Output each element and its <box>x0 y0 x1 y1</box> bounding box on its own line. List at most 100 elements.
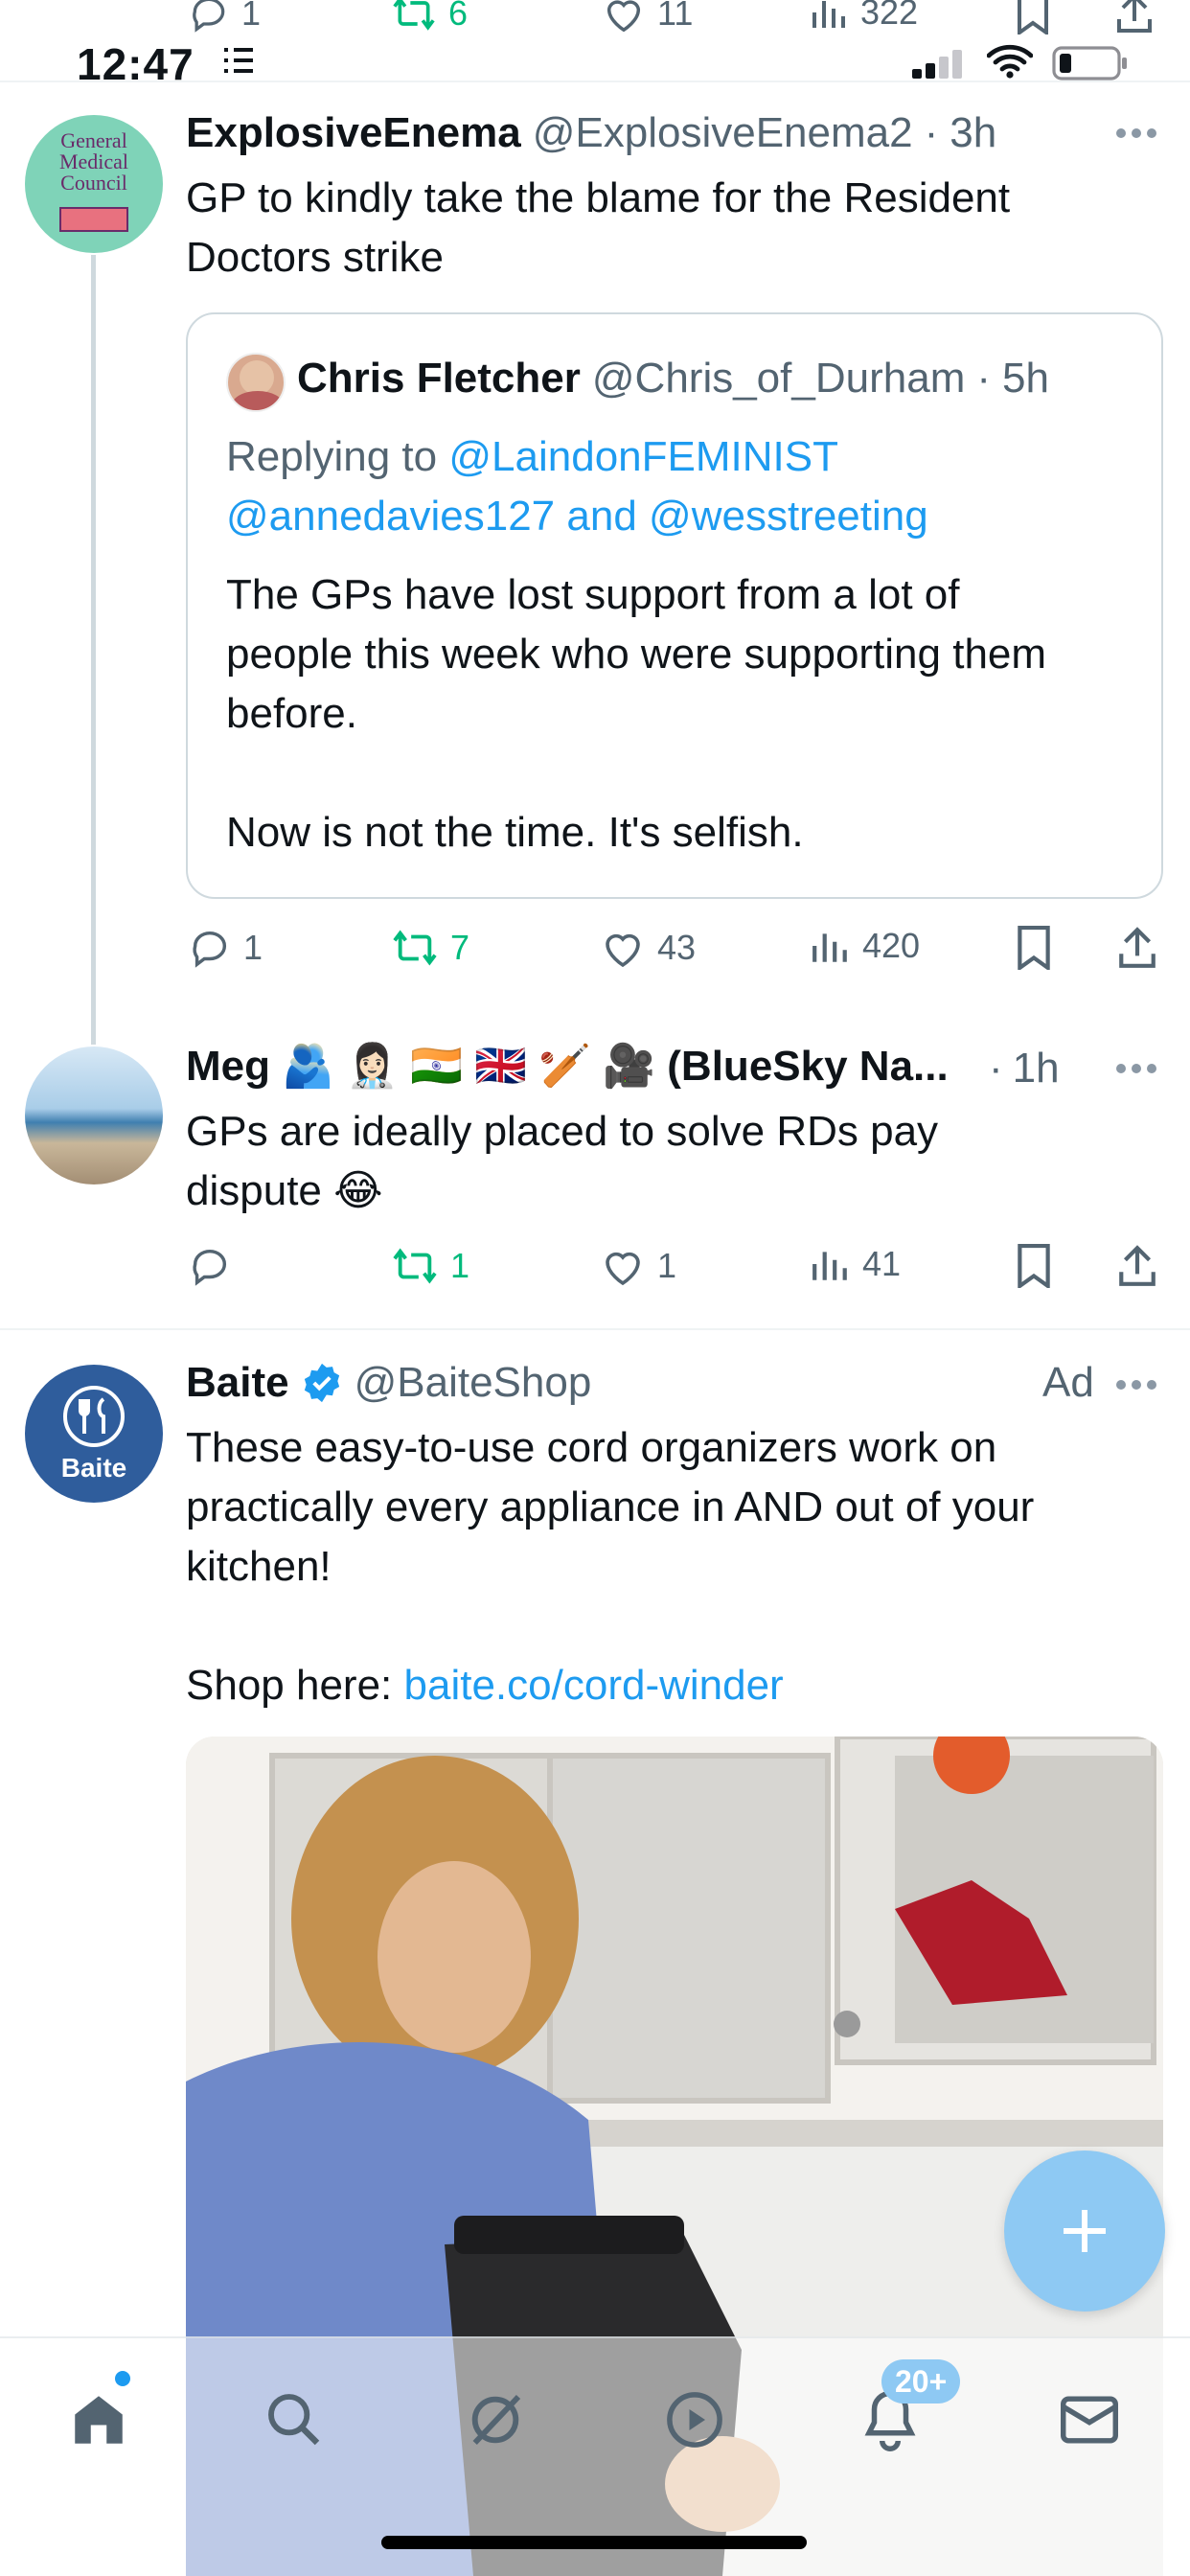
share-button[interactable] <box>1115 0 1154 34</box>
avatar-sign <box>59 207 128 232</box>
shop-link[interactable]: baite.co/cord-winder <box>404 1662 784 1709</box>
display-name[interactable]: ExplosiveEnema <box>186 109 521 157</box>
handle: @Chris_of_Durham <box>591 355 966 402</box>
ad-label: Ad <box>1042 1359 1094 1406</box>
repost-count: 7 <box>450 928 470 967</box>
tweet-header: ExplosiveEnema @ExplosiveEnema2 · 3h <box>186 109 996 157</box>
timestamp: 5h <box>1002 355 1049 402</box>
bookmark-button[interactable] <box>1016 1244 1052 1288</box>
tweet-header: Baite @BaiteShop <box>186 1359 591 1407</box>
repost-icon <box>393 930 437 966</box>
share-button[interactable] <box>1117 1244 1157 1288</box>
display-name[interactable]: Meg 🫂 👩🏻‍⚕️ 🇮🇳 🇬🇧 🏏 🎥 (BlueSky Na... <box>186 1043 949 1090</box>
timestamp[interactable]: 3h <box>950 109 996 157</box>
views-count: 420 <box>862 926 921 965</box>
reply-icon <box>193 0 225 33</box>
views-button[interactable]: 41 <box>811 1244 901 1284</box>
handle[interactable]: @ExplosiveEnema2 <box>533 109 913 157</box>
like-count: 1 <box>657 1246 677 1285</box>
verified-badge-icon <box>304 1363 339 1403</box>
reply-icon <box>193 931 227 968</box>
mention-link[interactable]: @wesstreeting <box>649 493 928 540</box>
battery-icon <box>1052 46 1127 80</box>
heart-icon <box>606 0 641 33</box>
cellular-signal-icon <box>912 50 962 79</box>
handle[interactable]: @BaiteShop <box>355 1359 592 1407</box>
share-icon <box>1119 1245 1156 1286</box>
divider <box>0 80 1190 82</box>
views-button[interactable]: 322 <box>811 0 918 33</box>
ad-text: These easy-to-use cord organizers work o… <box>186 1424 1035 1590</box>
repost-button[interactable]: 1 <box>391 1244 469 1288</box>
tweet-text: GP to kindly take the blame for the Resi… <box>186 174 1011 281</box>
avatar[interactable] <box>25 1046 163 1184</box>
separator-dot: · <box>924 109 939 156</box>
mail-icon <box>1061 2396 1118 2444</box>
replying-prefix: Replying to <box>226 433 438 480</box>
like-count: 43 <box>657 928 697 967</box>
replying-and: and <box>566 493 637 540</box>
avatar-line-2: Medical <box>58 150 129 173</box>
tab-search[interactable] <box>251 2377 337 2463</box>
search-icon <box>268 2394 320 2446</box>
wifi-icon <box>987 44 1033 79</box>
display-name[interactable]: Baite <box>186 1359 289 1407</box>
reply-button[interactable] <box>188 1244 243 1288</box>
more-icon[interactable] <box>1115 1062 1157 1075</box>
avatar[interactable]: General Medical Council <box>25 115 163 253</box>
reply-button[interactable]: 1 <box>188 0 261 34</box>
views-button[interactable]: 420 <box>811 926 920 966</box>
more-icon[interactable] <box>1115 1378 1157 1392</box>
repost-icon <box>393 0 435 31</box>
avatar-line-1: General <box>60 128 127 152</box>
bookmark-button[interactable] <box>1016 0 1050 34</box>
home-icon <box>75 2396 123 2444</box>
replying-to: Replying to @LaindonFEMINIST @annedavies… <box>226 427 1146 546</box>
play-icon <box>667 2392 722 2448</box>
avatar <box>226 353 286 412</box>
like-button[interactable]: 43 <box>600 926 696 970</box>
reply-button[interactable]: 1 <box>188 926 263 970</box>
repost-button[interactable]: 6 <box>391 0 468 34</box>
share-icon <box>1117 0 1152 33</box>
mention-link[interactable]: @LaindonFEMINIST <box>448 433 838 480</box>
thread-line <box>91 255 96 1045</box>
shop-line: Shop here: baite.co/cord-winder <box>186 1656 1154 1715</box>
heart-icon <box>606 1252 640 1286</box>
tab-grok[interactable] <box>452 2377 538 2463</box>
reply-icon <box>193 1249 227 1286</box>
avatar[interactable]: Baite <box>25 1365 163 1503</box>
more-icon[interactable] <box>1115 126 1157 140</box>
views-count: 322 <box>860 0 919 32</box>
tab-video[interactable] <box>652 2377 738 2463</box>
display-name: Chris Fletcher <box>297 355 581 402</box>
mention-link[interactable]: @annedavies127 <box>226 493 555 540</box>
reply-count: 1 <box>243 928 263 967</box>
plus-icon <box>1064 2210 1106 2252</box>
views-icon <box>812 1252 847 1280</box>
views-count: 41 <box>862 1244 902 1283</box>
avatar-line-3: Council <box>60 171 127 195</box>
quote-text-2: Now is not the time. It's selfish. <box>226 809 804 856</box>
tab-messages[interactable] <box>1046 2377 1133 2463</box>
home-indicator <box>381 2536 807 2549</box>
tweet-meta: · 1h <box>989 1045 1060 1092</box>
notifications-badge: 20+ <box>881 2359 961 2404</box>
shop-prefix: Shop here: <box>186 1662 393 1709</box>
timestamp[interactable]: 1h <box>1013 1045 1060 1092</box>
separator-dot: · <box>989 1045 1003 1092</box>
home-notification-dot <box>115 2371 130 2386</box>
like-button[interactable]: 1 <box>600 1244 676 1288</box>
like-button[interactable]: 11 <box>602 0 693 34</box>
views-icon <box>812 1 845 28</box>
tab-home[interactable] <box>56 2377 142 2463</box>
bookmark-button[interactable] <box>1016 926 1052 970</box>
share-button[interactable] <box>1117 926 1157 970</box>
repost-button[interactable]: 7 <box>391 926 469 970</box>
status-bar: 12:47 <box>0 34 1190 89</box>
quote-tweet[interactable]: Chris Fletcher @Chris_of_Durham · 5h Rep… <box>186 312 1163 899</box>
bookmark-icon <box>1018 926 1050 970</box>
compose-button[interactable] <box>1004 2150 1165 2312</box>
divider <box>0 1328 1190 1330</box>
reply-count: 1 <box>241 0 262 33</box>
